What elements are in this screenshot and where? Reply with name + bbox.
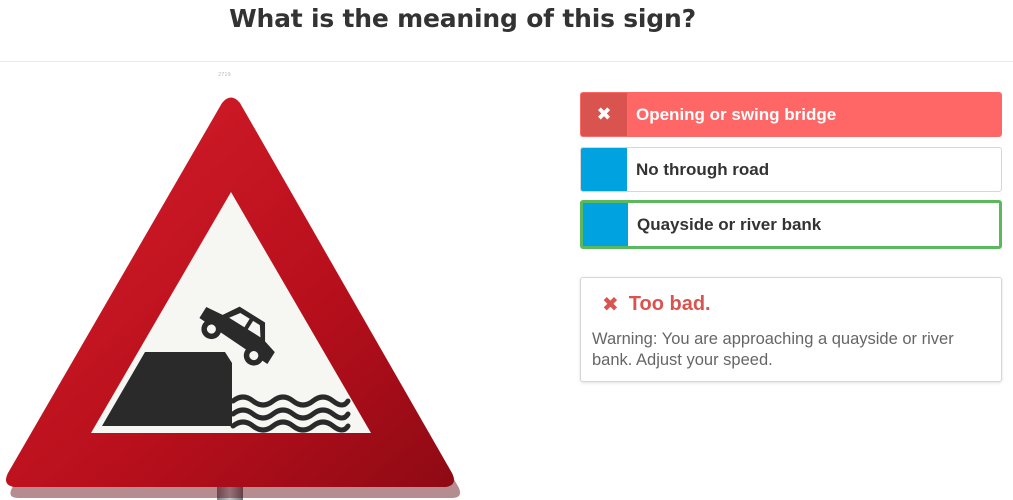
wrong-x-icon: ✖ — [581, 93, 627, 136]
feedback-panel: ✖ Too bad. Warning: You are approaching … — [580, 277, 1002, 382]
answer-marker — [581, 148, 627, 191]
close-x-icon: ✖ — [602, 294, 619, 316]
feedback-title: Too bad. — [628, 293, 711, 315]
answer-option-opening-bridge[interactable]: ✖ Opening or swing bridge — [580, 92, 1002, 137]
answer-marker — [583, 203, 628, 246]
answer-option-quayside[interactable]: Quayside or river bank — [580, 200, 1002, 249]
answer-label: No through road — [636, 159, 770, 179]
question-title: What is the meaning of this sign? — [229, 4, 696, 33]
traffic-sign-image — [0, 66, 470, 500]
feedback-title-row: ✖ Too bad. — [602, 292, 711, 317]
answer-label: Quayside or river bank — [637, 214, 822, 234]
answer-list: ✖ Opening or swing bridge No through roa… — [580, 92, 1002, 259]
water-icon — [230, 394, 351, 433]
feedback-text: Warning: You are approaching a quayside … — [592, 330, 954, 369]
answer-option-no-through-road[interactable]: No through road — [580, 147, 1002, 192]
question-header: What is the meaning of this sign? — [0, 0, 1013, 62]
answer-label: Opening or swing bridge — [636, 104, 837, 124]
